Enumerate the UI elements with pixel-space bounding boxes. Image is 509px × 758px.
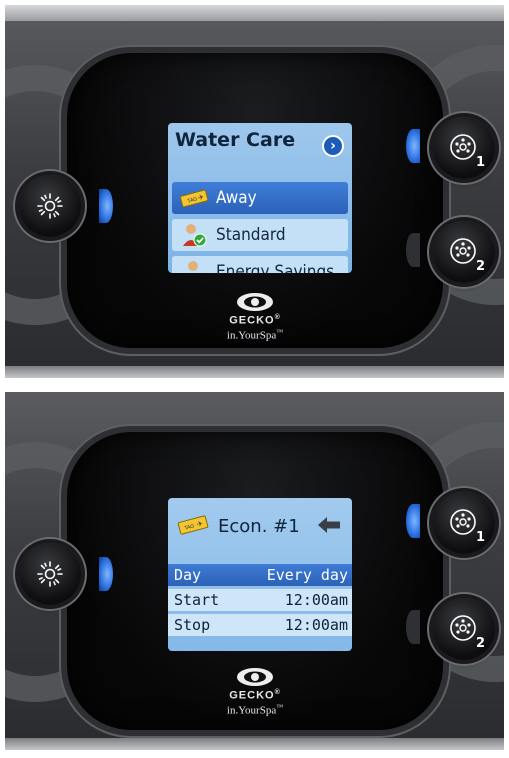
screen-header: TAG ✈ Econ. #1 [168, 498, 352, 562]
menu-item-label: Standard [216, 225, 286, 245]
ticket-icon: TAG ✈ [177, 515, 209, 539]
row-label: Day [174, 566, 202, 584]
back-arrow-icon[interactable] [316, 515, 342, 539]
menu-item-energy-savings[interactable]: Energy Savings [172, 256, 348, 273]
gecko-logo: GECKO® in.YourSpa™ [200, 667, 310, 716]
pump-number: 2 [475, 259, 485, 274]
screen-title: Econ. #1 [218, 516, 300, 537]
econ-screen: TAG ✈ Econ. #1 Day Every day Start 12:00… [168, 498, 352, 651]
row-value: 12:00am [284, 591, 348, 609]
pump-number: 1 [475, 155, 485, 170]
pump1-button[interactable]: 1 [433, 117, 495, 179]
menu-item-standard[interactable]: Standard [172, 219, 348, 251]
panel-top-bezel [5, 5, 504, 21]
water-care-screen: Water Care › TAG ✈ Away Standard Energy … [168, 123, 352, 273]
row-start[interactable]: Start 12:00am [168, 589, 352, 611]
pump2-indicator [406, 233, 420, 267]
logo-tagline: in.YourSpa™ [226, 702, 284, 717]
pump2-button[interactable]: 2 [433, 598, 495, 660]
pump1-indicator [406, 504, 420, 538]
pump2-indicator [406, 610, 420, 644]
logo-brand: GECKO® [229, 689, 281, 702]
light-indicator [99, 189, 113, 223]
screen-title: Water Care [175, 129, 296, 151]
row-label: Start [174, 591, 220, 609]
light-button[interactable] [19, 543, 81, 605]
menu-item-away[interactable]: TAG ✈ Away [172, 182, 348, 214]
row-value: 12:00am [284, 616, 348, 634]
pump-number: 1 [475, 530, 485, 545]
menu-item-label: Away [216, 188, 257, 208]
chevron-right-circle-icon[interactable]: › [322, 135, 344, 157]
menu-item-label: Energy Savings [216, 262, 335, 273]
row-label: Stop [174, 616, 211, 634]
light-icon [35, 559, 65, 589]
pump2-button[interactable]: 2 [433, 221, 495, 283]
row-value: Every day [266, 566, 348, 584]
pump1-indicator [406, 129, 420, 163]
logo-brand: GECKO® [229, 314, 281, 327]
light-button[interactable] [19, 175, 81, 237]
person-check-icon [178, 222, 210, 248]
pump-number: 2 [475, 636, 485, 651]
logo-tagline: in.YourSpa™ [226, 327, 284, 342]
gecko-logo: GECKO® in.YourSpa™ [200, 292, 310, 341]
light-indicator [99, 557, 113, 591]
panel-bottom-strip [5, 738, 504, 750]
gecko-mark-icon [237, 668, 273, 686]
gecko-mark-icon [237, 293, 273, 311]
light-icon [35, 191, 65, 221]
person-icon [178, 259, 210, 273]
pump1-button[interactable]: 1 [433, 492, 495, 554]
row-day[interactable]: Day Every day [168, 564, 352, 586]
row-stop[interactable]: Stop 12:00am [168, 614, 352, 636]
ticket-icon: TAG ✈ [178, 185, 210, 211]
panel-top-strip [5, 366, 504, 378]
